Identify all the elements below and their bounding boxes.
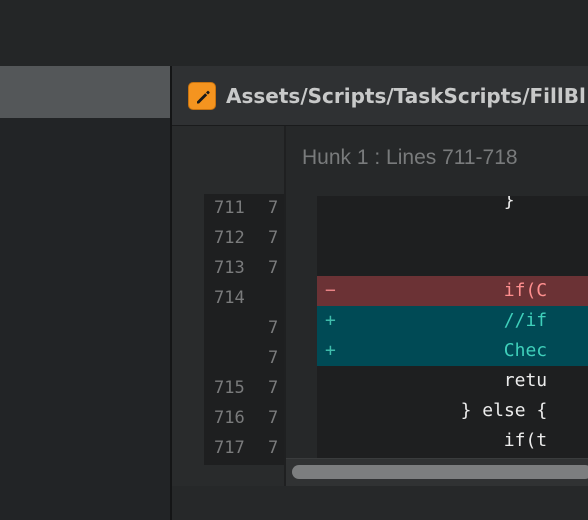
scrollbar-thumb[interactable]	[292, 465, 588, 479]
new-line-number: 7	[268, 378, 279, 398]
new-line-number: 7	[268, 318, 279, 338]
context-line[interactable]: } else {	[317, 396, 588, 426]
new-line-number: 7	[268, 348, 279, 368]
context-line[interactable]: retu	[317, 366, 588, 396]
horizontal-scrollbar[interactable]	[286, 458, 588, 486]
old-line-number: 715	[214, 378, 245, 398]
context-line[interactable]	[317, 216, 588, 246]
added-line[interactable]: + //if	[317, 306, 588, 336]
code-text: if(C	[503, 280, 548, 301]
code-text: retu	[503, 370, 548, 391]
line-number-row: 717 7	[204, 433, 284, 463]
line-number-row: 7	[204, 313, 284, 343]
line-number-row: 714	[204, 283, 284, 313]
line-number-gutter: 711 7 712 7 713 7 714 7 7 715 7 716 7 717 7	[204, 194, 284, 465]
diff-code-area[interactable]: } − if(C + //if + Chec retu } else { if(t	[317, 196, 588, 458]
new-line-number: 7	[268, 408, 279, 428]
diff-marker: +	[325, 310, 336, 331]
old-line-number: 717	[214, 438, 245, 458]
old-line-number: 716	[214, 408, 245, 428]
line-number-row: 7	[204, 343, 284, 373]
sidebar	[0, 118, 170, 520]
file-header: Assets/Scripts/TaskScripts/FillBl	[172, 66, 588, 126]
line-number-row: 713 7	[204, 253, 284, 283]
line-number-row: 712 7	[204, 223, 284, 253]
removed-line[interactable]: − if(C	[317, 276, 588, 306]
title-bar	[0, 0, 588, 66]
old-line-number: 711	[214, 198, 245, 218]
code-text: }	[503, 196, 515, 211]
bottom-panel	[172, 486, 588, 520]
context-line[interactable]: if(t	[317, 426, 588, 456]
line-number-row: 716 7	[204, 403, 284, 433]
line-number-row: 715 7	[204, 373, 284, 403]
sidebar-selected-item[interactable]	[0, 66, 170, 118]
file-path-title: Assets/Scripts/TaskScripts/FillBl	[226, 84, 586, 108]
hunk-title: Hunk 1 : Lines 711-718	[302, 146, 518, 169]
code-text: //if	[503, 310, 548, 331]
context-line[interactable]: }	[317, 196, 588, 216]
context-line[interactable]	[317, 246, 588, 276]
new-line-number: 7	[268, 198, 279, 218]
new-line-number: 7	[268, 228, 279, 248]
code-text: if(t	[503, 430, 548, 451]
code-text: Chec	[503, 340, 548, 361]
new-line-number: 7	[268, 438, 279, 458]
old-line-number: 712	[214, 228, 245, 248]
line-number-row: 711 7	[204, 194, 284, 223]
code-text: } else {	[460, 400, 548, 421]
new-line-number: 7	[268, 258, 279, 278]
old-line-number: 713	[214, 258, 245, 278]
diff-marker: +	[325, 340, 336, 361]
added-line[interactable]: + Chec	[317, 336, 588, 366]
diff-marker: −	[325, 280, 336, 301]
old-line-number: 714	[214, 288, 245, 308]
pencil-icon[interactable]	[188, 82, 216, 110]
